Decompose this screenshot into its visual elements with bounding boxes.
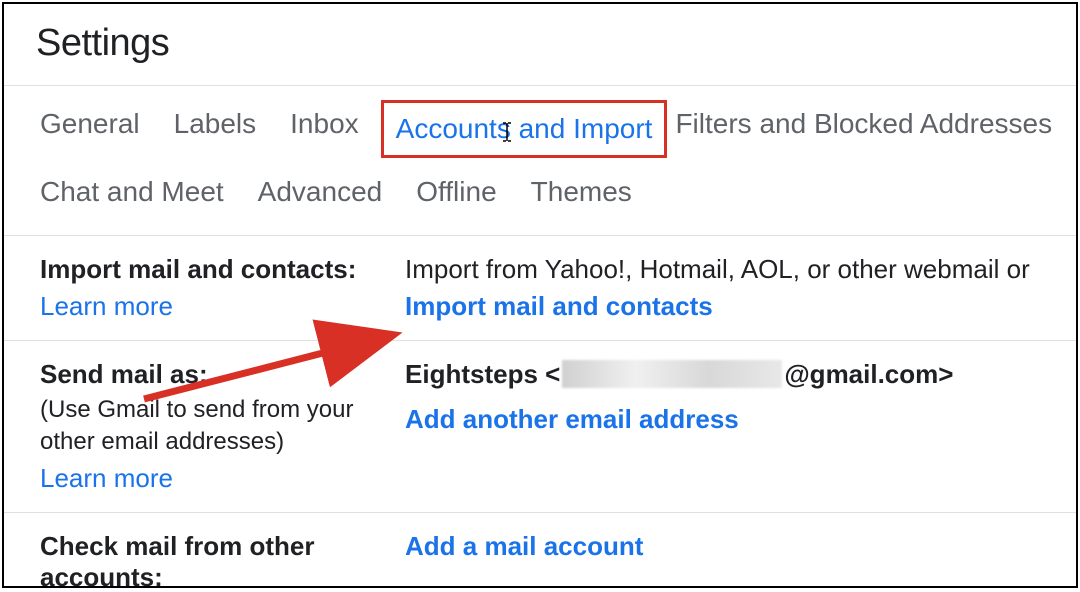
import-title: Import mail and contacts: [40,254,405,285]
tab-labels[interactable]: Labels [174,100,275,158]
import-mail-contacts-link[interactable]: Import mail and contacts [405,291,713,322]
send-as-subtitle: (Use Gmail to send from your other email… [40,394,405,459]
check-mail-title: Check mail from other accounts: [40,531,405,588]
section-send-mail-as: Send mail as: (Use Gmail to send from yo… [4,341,1076,513]
settings-tabs: General Labels Inbox Accounts and Import… [4,86,1076,236]
send-as-learn-more-link[interactable]: Learn more [40,463,173,494]
email-domain-part: @gmail.com> [784,359,953,390]
tab-chat-meet[interactable]: Chat and Meet [40,168,242,216]
section-import: Import mail and contacts: Learn more Imp… [4,236,1076,341]
tab-themes[interactable]: Themes [531,168,650,216]
page-title: Settings [4,4,1076,83]
import-description: Import from Yahoo!, Hotmail, AOL, or oth… [405,254,1076,285]
import-learn-more-link[interactable]: Learn more [40,291,173,322]
email-name-part: Eightsteps < [405,359,560,390]
settings-content: Import mail and contacts: Learn more Imp… [4,236,1076,588]
tab-accounts-import[interactable]: Accounts and Import [396,105,653,153]
send-as-email: Eightsteps < @gmail.com> [405,359,1076,390]
highlight-annotation: Accounts and Import [381,100,668,158]
tab-advanced[interactable]: Advanced [258,168,401,216]
add-mail-account-link[interactable]: Add a mail account [405,531,643,562]
send-as-title: Send mail as: [40,359,405,390]
tab-filters-blocked[interactable]: Filters and Blocked Addresses [675,100,1070,158]
tab-general[interactable]: General [40,100,158,158]
section-check-mail: Check mail from other accounts: Learn mo… [4,513,1076,588]
tab-offline[interactable]: Offline [416,168,514,216]
add-another-email-link[interactable]: Add another email address [405,404,739,435]
redacted-email [562,360,782,388]
tab-inbox[interactable]: Inbox [290,100,377,158]
